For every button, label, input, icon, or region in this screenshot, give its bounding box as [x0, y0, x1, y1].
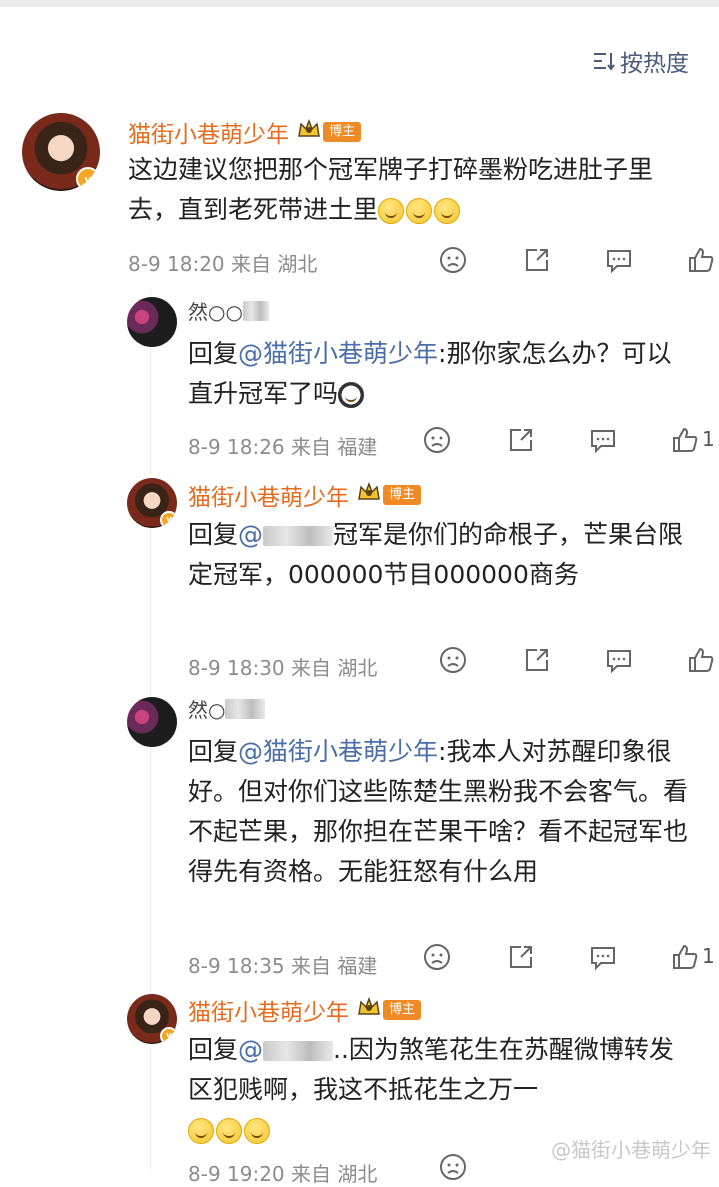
mention-link[interactable]: @猫街小巷萌少年	[238, 737, 438, 766]
smile-emoji-icon	[434, 198, 461, 224]
blurred-name	[225, 698, 266, 719]
sort-icon	[592, 50, 616, 72]
frown-icon	[424, 427, 450, 453]
comment-actions	[438, 245, 716, 275]
reply-meta: 8-9 18:30 来自 湖北	[188, 656, 378, 680]
comment-icon	[591, 430, 615, 454]
reply-button[interactable]	[604, 245, 634, 275]
share-button[interactable]	[506, 942, 536, 972]
verified-badge-icon: v	[76, 167, 100, 191]
dislike-button[interactable]	[438, 645, 468, 675]
avatar[interactable]	[127, 697, 177, 747]
avatar[interactable]: v	[22, 113, 100, 191]
frown-icon	[440, 1154, 466, 1180]
verified-badge-icon: v	[160, 1027, 177, 1044]
thumbs-up-icon	[673, 944, 698, 969]
share-icon	[510, 429, 532, 451]
dislike-button[interactable]	[438, 1152, 468, 1182]
share-button[interactable]	[522, 245, 552, 275]
sort-label: 按热度	[620, 51, 689, 77]
frown-icon	[424, 944, 450, 970]
smile-emoji-icon	[216, 1118, 242, 1144]
frown-icon	[440, 247, 466, 273]
blogger-badge: 博主	[383, 485, 422, 505]
dislike-button[interactable]	[438, 245, 468, 275]
crown-icon	[357, 996, 381, 1024]
crown-icon	[357, 481, 381, 509]
reply-actions: 1	[422, 425, 715, 455]
thumbs-up-icon	[673, 427, 698, 452]
reply-text: 回复@ ..因为煞笔花生在苏醒微博转发区犯贱啊，我这不抵花生之万一	[188, 1030, 688, 1150]
reply-meta: 8-9 19:20 来自 湖北	[188, 1162, 378, 1186]
share-button[interactable]	[522, 645, 552, 675]
dislike-button[interactable]	[422, 425, 452, 455]
panda-emoji-icon	[338, 382, 365, 408]
comment-author[interactable]: 猫街小巷萌少年 博主	[128, 115, 362, 149]
reply-actions: 1	[422, 942, 715, 972]
blogger-badge: 博主	[323, 122, 362, 142]
blurred-name	[263, 1041, 334, 1061]
like-button[interactable]: 1	[670, 425, 715, 455]
like-button[interactable]	[686, 245, 716, 275]
like-button[interactable]: 1	[670, 942, 715, 972]
reply-button[interactable]	[588, 425, 618, 455]
reply-text: 回复@猫街小巷萌少年:那你家怎么办？可以直升冠军了吗	[188, 339, 672, 408]
share-icon	[510, 946, 532, 968]
share-icon	[526, 249, 548, 271]
reply-author[interactable]: 然○○	[188, 296, 269, 325]
smile-emoji-icon	[378, 198, 405, 224]
blogger-badge: 博主	[383, 1000, 422, 1020]
comment-icon	[607, 250, 631, 274]
reply-meta: 8-9 18:26 来自 福建	[188, 435, 378, 459]
reply-meta: 8-9 18:35 来自 福建	[188, 954, 378, 978]
smile-emoji-icon	[244, 1118, 270, 1144]
mention-link[interactable]: @猫街小巷萌少年	[238, 339, 438, 368]
verified-badge-icon: v	[160, 511, 177, 528]
thumbs-up-icon	[689, 247, 714, 272]
share-icon	[526, 649, 548, 671]
reply-author[interactable]: 猫街小巷萌少年 博主	[188, 993, 422, 1027]
crown-icon	[297, 118, 321, 146]
comment-meta: 8-9 18:20 来自 湖北	[128, 252, 318, 276]
mention-link[interactable]: @	[238, 1035, 263, 1064]
share-button[interactable]	[506, 425, 536, 455]
thumbs-up-icon	[689, 647, 714, 672]
watermark: @猫街小巷萌少年	[551, 1138, 711, 1162]
blurred-name	[242, 300, 269, 321]
dislike-button[interactable]	[422, 942, 452, 972]
avatar[interactable]: v	[127, 478, 177, 528]
like-count: 1	[702, 427, 715, 451]
reply-button[interactable]	[604, 645, 634, 675]
comment-icon	[591, 947, 615, 971]
reply-text: 回复@ 冠军是你们的命根子，芒果台限定冠军，000000节目000000商务	[188, 520, 684, 589]
top-divider	[0, 0, 719, 7]
reply-actions	[438, 645, 716, 675]
comment-icon	[607, 650, 631, 674]
blurred-name	[263, 526, 334, 546]
mention-link[interactable]: @	[238, 520, 263, 549]
frown-icon	[440, 647, 466, 673]
smile-emoji-icon	[188, 1118, 214, 1144]
like-button[interactable]	[686, 645, 716, 675]
reply-text: 回复@猫街小巷萌少年:我本人对苏醒印象很好。但对你们这些陈楚生黑粉我不会客气。看…	[188, 737, 689, 886]
reply-author[interactable]: 猫街小巷萌少年 博主	[188, 478, 422, 512]
sort-by-hot-button[interactable]: 按热度	[592, 44, 689, 78]
smile-emoji-icon	[406, 198, 433, 224]
avatar[interactable]	[127, 297, 177, 347]
reply-button[interactable]	[588, 942, 618, 972]
like-count: 1	[702, 944, 715, 968]
reply-actions	[438, 1152, 468, 1182]
reply-author[interactable]: 然○	[188, 694, 266, 723]
comment-text: 这边建议您把那个冠军牌子打碎墨粉吃进肚子里去，直到老死带进土里	[128, 155, 654, 224]
avatar[interactable]: v	[127, 994, 177, 1044]
